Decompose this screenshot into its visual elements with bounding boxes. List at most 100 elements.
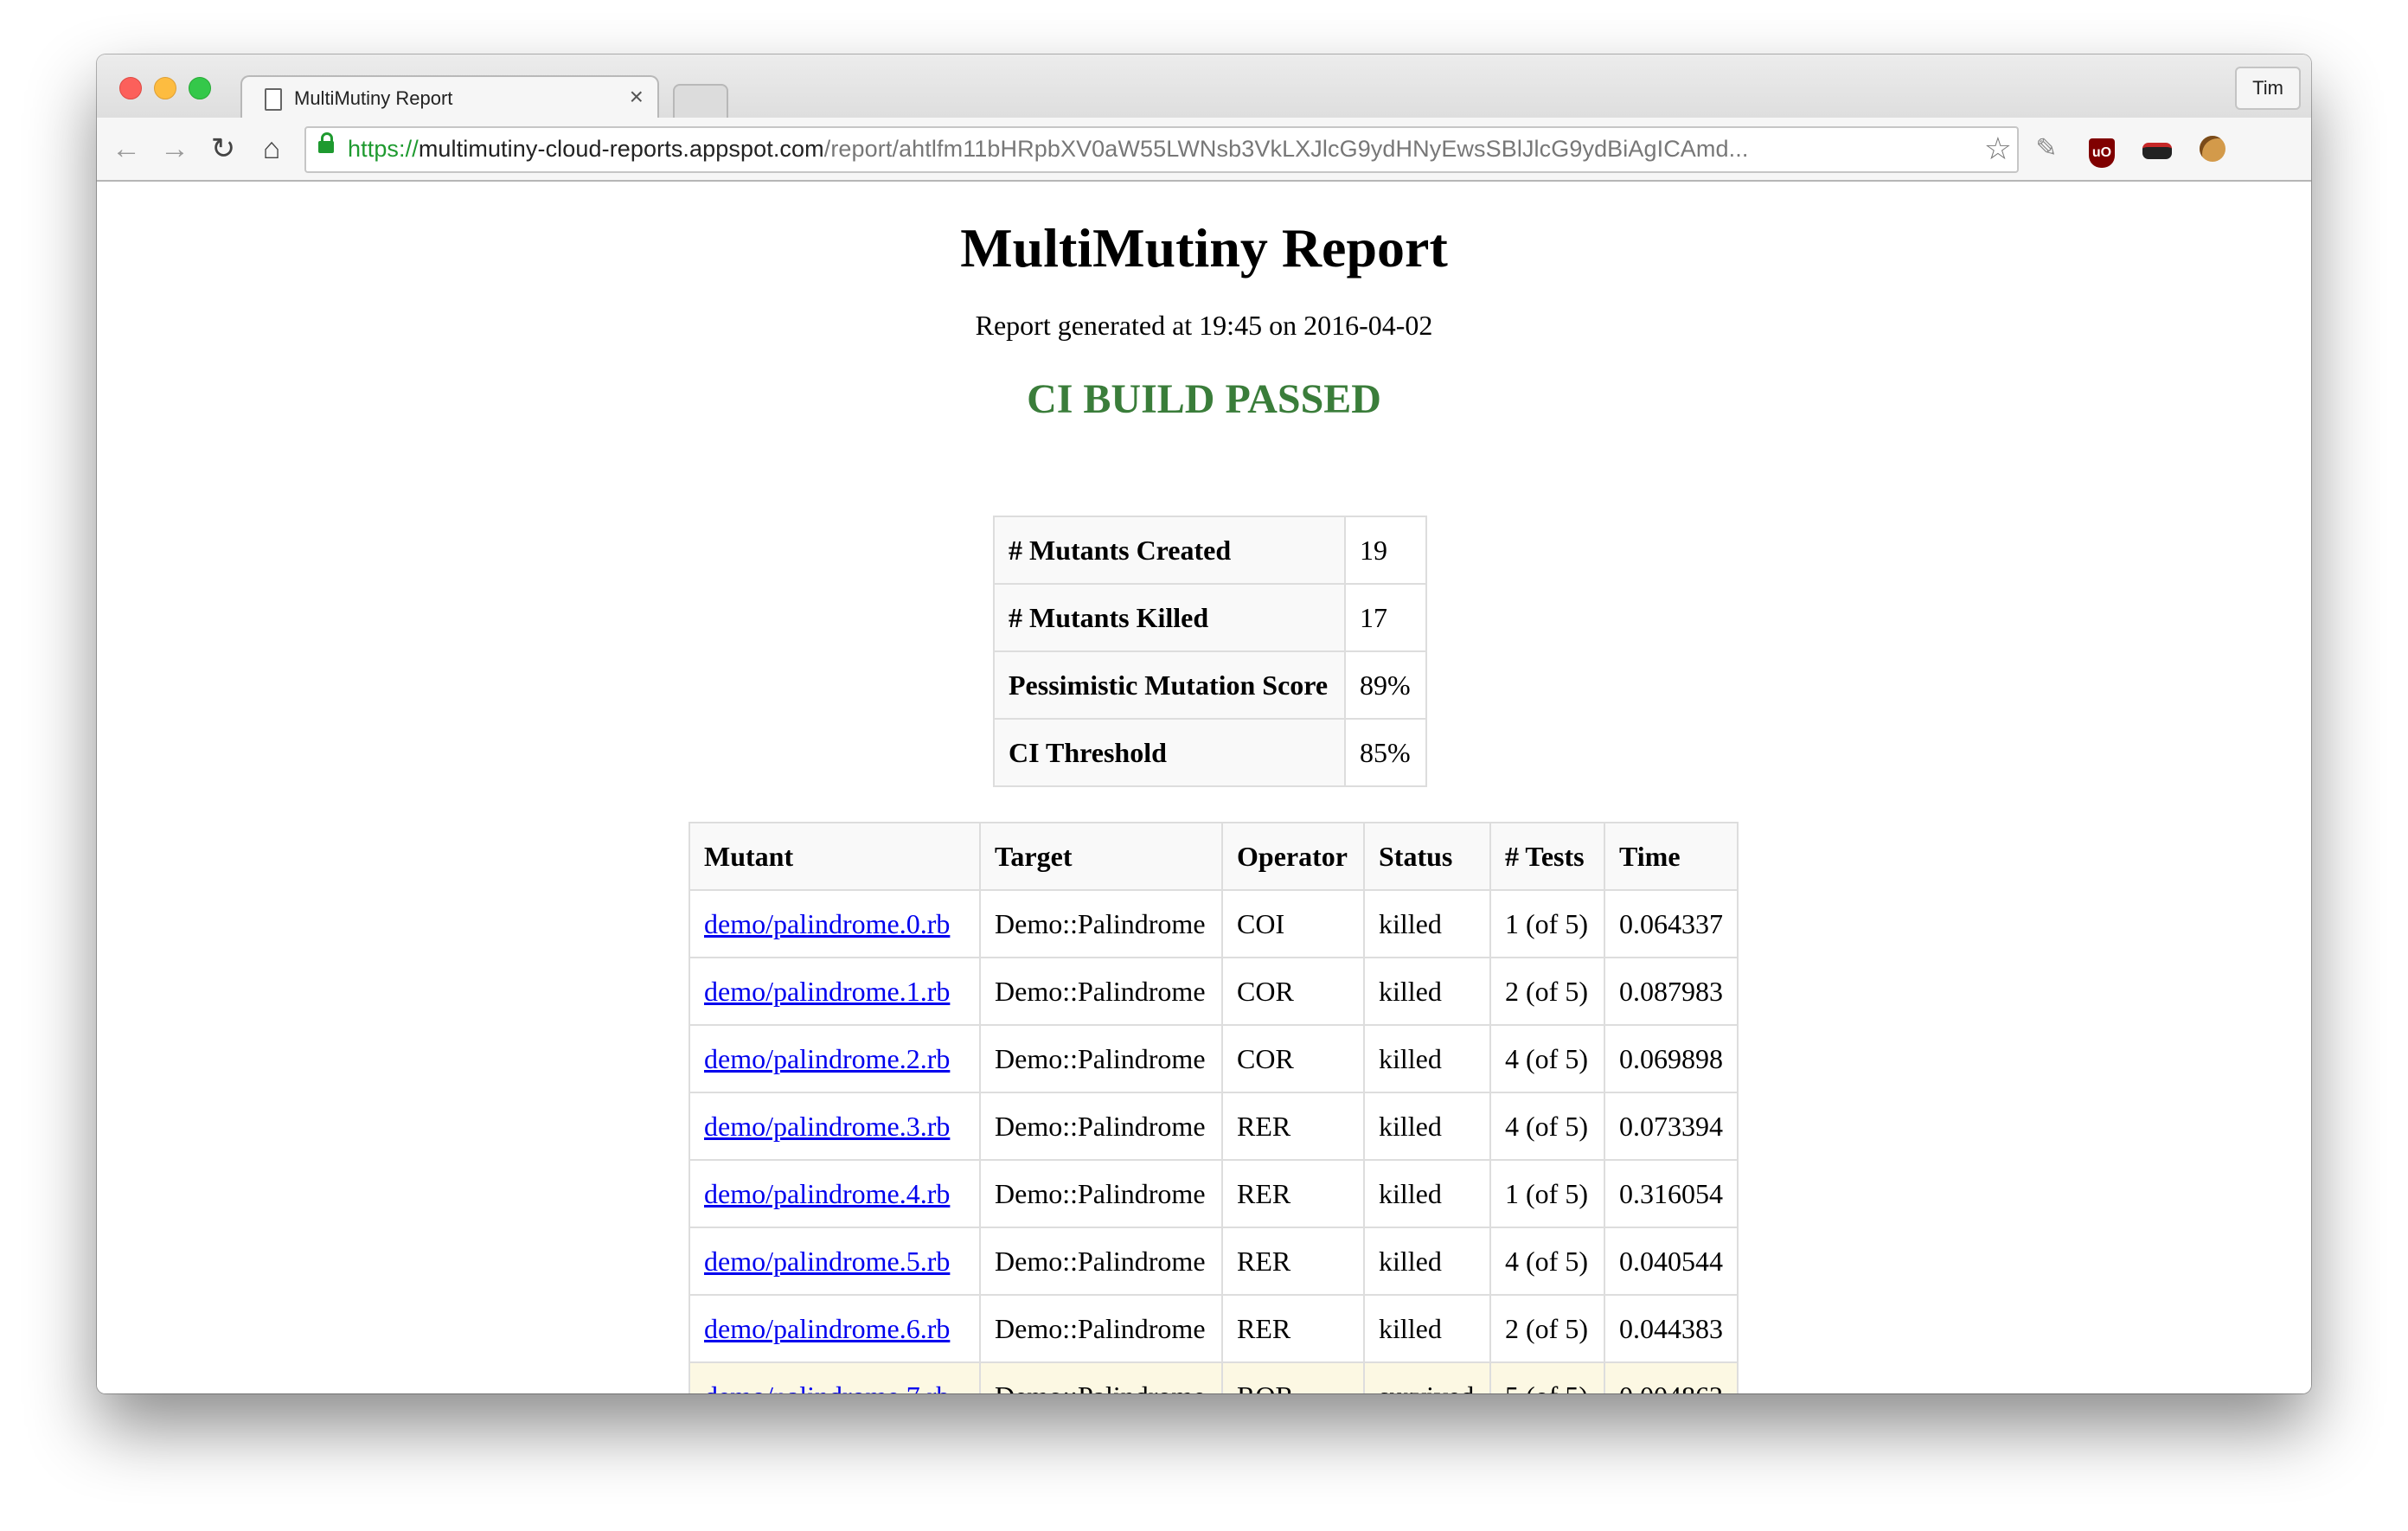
- cell-status: killed: [1363, 1092, 1491, 1161]
- cell-target: Demo::Palindrome: [979, 1092, 1223, 1161]
- cell-operator: COR: [1221, 1024, 1365, 1093]
- pin-extension-icon[interactable]: ✎: [2029, 131, 2064, 166]
- tab-close-icon[interactable]: ×: [630, 83, 644, 110]
- cell-mutant: demo/palindrome.3.rb: [688, 1092, 981, 1161]
- table-row: demo/palindrome.3.rb Demo::Palindrome RER k…: [688, 1092, 1739, 1161]
- column-header-target: Target: [979, 822, 1223, 891]
- cell-operator: RER: [1221, 1159, 1365, 1228]
- cell-tests: 4 (of 5): [1489, 1227, 1605, 1296]
- mutant-link[interactable]: demo/palindrome.2.rb: [704, 1043, 950, 1074]
- table-row: demo/palindrome.6.rb Demo::Palindrome RER k…: [688, 1294, 1739, 1363]
- table-row: demo/palindrome.1.rb Demo::Palindrome COR k…: [688, 957, 1739, 1026]
- home-icon[interactable]: ⌂: [253, 130, 291, 168]
- summary-label: CI Threshold: [993, 718, 1346, 787]
- cell-mutant: demo/palindrome.5.rb: [688, 1227, 981, 1296]
- mutant-link[interactable]: demo/palindrome.5.rb: [704, 1246, 950, 1277]
- cell-target: Demo::Palindrome: [979, 1294, 1223, 1363]
- cell-mutant: demo/palindrome.1.rb: [688, 957, 981, 1026]
- cell-operator: ROR: [1221, 1361, 1365, 1393]
- summary-row: # Mutants Killed 17: [993, 583, 1427, 652]
- mutants-table: Mutant Target Operator Status # Tests Ti…: [688, 822, 1739, 1393]
- tab-multimutiny-report[interactable]: MultiMutiny Report ×: [240, 75, 659, 120]
- table-row: demo/palindrome.7.rb Demo::PalindromeRORs…: [688, 1361, 1739, 1394]
- cell-mutant: demo/palindrome.7.rb: [688, 1361, 981, 1394]
- cell-operator: RER: [1221, 1294, 1365, 1363]
- cell-tests: 1 (of 5): [1489, 889, 1605, 958]
- generated-timestamp: Report generated at 19:45 on 2016-04-02: [975, 310, 1433, 341]
- cell-operator: COR: [1221, 957, 1365, 1026]
- page-title: MultiMutiny Report: [960, 217, 1448, 279]
- new-tab-button[interactable]: [673, 84, 728, 119]
- back-arrow-icon[interactable]: ←: [107, 130, 145, 168]
- cell-operator: RER: [1221, 1092, 1365, 1161]
- cell-time: 0.087983: [1604, 957, 1739, 1026]
- forward-arrow-icon[interactable]: →: [156, 130, 194, 168]
- table-header-row: Mutant Target Operator Status # Tests Ti…: [688, 822, 1739, 891]
- page-icon: [265, 88, 282, 111]
- summary-value: 89%: [1344, 650, 1427, 720]
- summary-row: CI Threshold 85%: [993, 718, 1427, 787]
- url-path: /report/ahtlfm11bHRpbXV0aW55LWNsb3VkLXJl…: [823, 136, 1749, 162]
- cell-target: Demo::Palindrome: [979, 889, 1223, 958]
- mutant-link[interactable]: demo/palindrome.1.rb: [704, 976, 950, 1007]
- cell-operator: COI: [1221, 889, 1365, 958]
- mutant-link[interactable]: demo/palindrome.0.rb: [704, 908, 950, 939]
- summary-row: # Mutants Created 19: [993, 516, 1427, 585]
- cell-mutant: demo/palindrome.0.rb: [688, 889, 981, 958]
- cell-target: Demo::Palindrome: [979, 1227, 1223, 1296]
- ci-status-banner: CI BUILD PASSED: [1027, 376, 1381, 422]
- browser-window: MultiMutiny Report × Tim ← → ↻ ⌂ https:/…: [97, 54, 2311, 1393]
- summary-label: # Mutants Killed: [993, 583, 1346, 652]
- ublock-extension-icon[interactable]: uO: [2085, 131, 2119, 168]
- mutant-link[interactable]: demo/palindrome.3.rb: [704, 1111, 950, 1142]
- browser-toolbar: ← → ↻ ⌂ https://multimutiny-cloud-report…: [97, 118, 2311, 182]
- cell-time: 0.073394: [1604, 1092, 1739, 1161]
- cell-tests: 5 (of 5): [1489, 1361, 1605, 1393]
- cell-mutant: demo/palindrome.6.rb: [688, 1294, 981, 1363]
- cell-tests: 2 (of 5): [1489, 1294, 1605, 1363]
- mutant-link[interactable]: demo/palindrome.4.rb: [704, 1178, 950, 1209]
- mutant-link[interactable]: demo/palindrome.7.rb: [704, 1380, 950, 1394]
- summary-label: # Mutants Created: [993, 516, 1346, 585]
- address-bar[interactable]: https://multimutiny-cloud-reports.appspo…: [304, 126, 2019, 173]
- cell-status: killed: [1363, 1227, 1491, 1296]
- tab-title: MultiMutiny Report: [294, 87, 453, 109]
- close-window-button[interactable]: [119, 77, 142, 99]
- cell-time: 0.044383: [1604, 1294, 1739, 1363]
- url-text: https://multimutiny-cloud-reports.appspo…: [348, 136, 1748, 163]
- cell-mutant: demo/palindrome.4.rb: [688, 1159, 981, 1228]
- minimize-window-button[interactable]: [154, 77, 176, 99]
- lock-icon: [318, 132, 334, 153]
- cell-tests: 4 (of 5): [1489, 1024, 1605, 1093]
- cell-time: 0.316054: [1604, 1159, 1739, 1228]
- cell-status: survived: [1363, 1361, 1491, 1393]
- maximize-window-button[interactable]: [189, 77, 211, 99]
- cell-status: killed: [1363, 889, 1491, 958]
- cell-time: 0.004862: [1604, 1361, 1739, 1393]
- profile-button[interactable]: Tim: [2235, 67, 2301, 110]
- placeholder: [2126, 131, 2161, 166]
- cell-status: killed: [1363, 957, 1491, 1026]
- title-bar: MultiMutiny Report × Tim: [97, 54, 2311, 120]
- cell-status: killed: [1363, 1159, 1491, 1228]
- url-scheme: https://: [348, 136, 419, 162]
- cell-target: Demo::Palindrome: [979, 957, 1223, 1026]
- cell-target: Demo::Palindrome: [979, 1024, 1223, 1093]
- column-header-tests: # Tests: [1489, 822, 1605, 891]
- cell-time: 0.064337: [1604, 889, 1739, 958]
- cookie-extension-icon[interactable]: [2195, 131, 2230, 166]
- table-row: demo/palindrome.5.rb Demo::Palindrome RER k…: [688, 1227, 1739, 1296]
- cell-mutant: demo/palindrome.2.rb: [688, 1024, 981, 1093]
- cell-tests: 2 (of 5): [1489, 957, 1605, 1026]
- table-row: demo/palindrome.0.rb Demo::Palindrome COI k…: [688, 889, 1739, 958]
- page-content: MultiMutiny Report Report generated at 1…: [97, 182, 2311, 1393]
- bookmark-star-icon[interactable]: ☆: [1984, 131, 2012, 166]
- reload-icon[interactable]: ↻: [204, 130, 242, 168]
- summary-row: Pessimistic Mutation Score 89%: [993, 650, 1427, 720]
- cell-status: killed: [1363, 1294, 1491, 1363]
- mutant-link[interactable]: demo/palindrome.6.rb: [704, 1313, 950, 1344]
- cell-tests: 4 (of 5): [1489, 1092, 1605, 1161]
- cell-status: killed: [1363, 1024, 1491, 1093]
- column-header-status: Status: [1363, 822, 1491, 891]
- cell-operator: RER: [1221, 1227, 1365, 1296]
